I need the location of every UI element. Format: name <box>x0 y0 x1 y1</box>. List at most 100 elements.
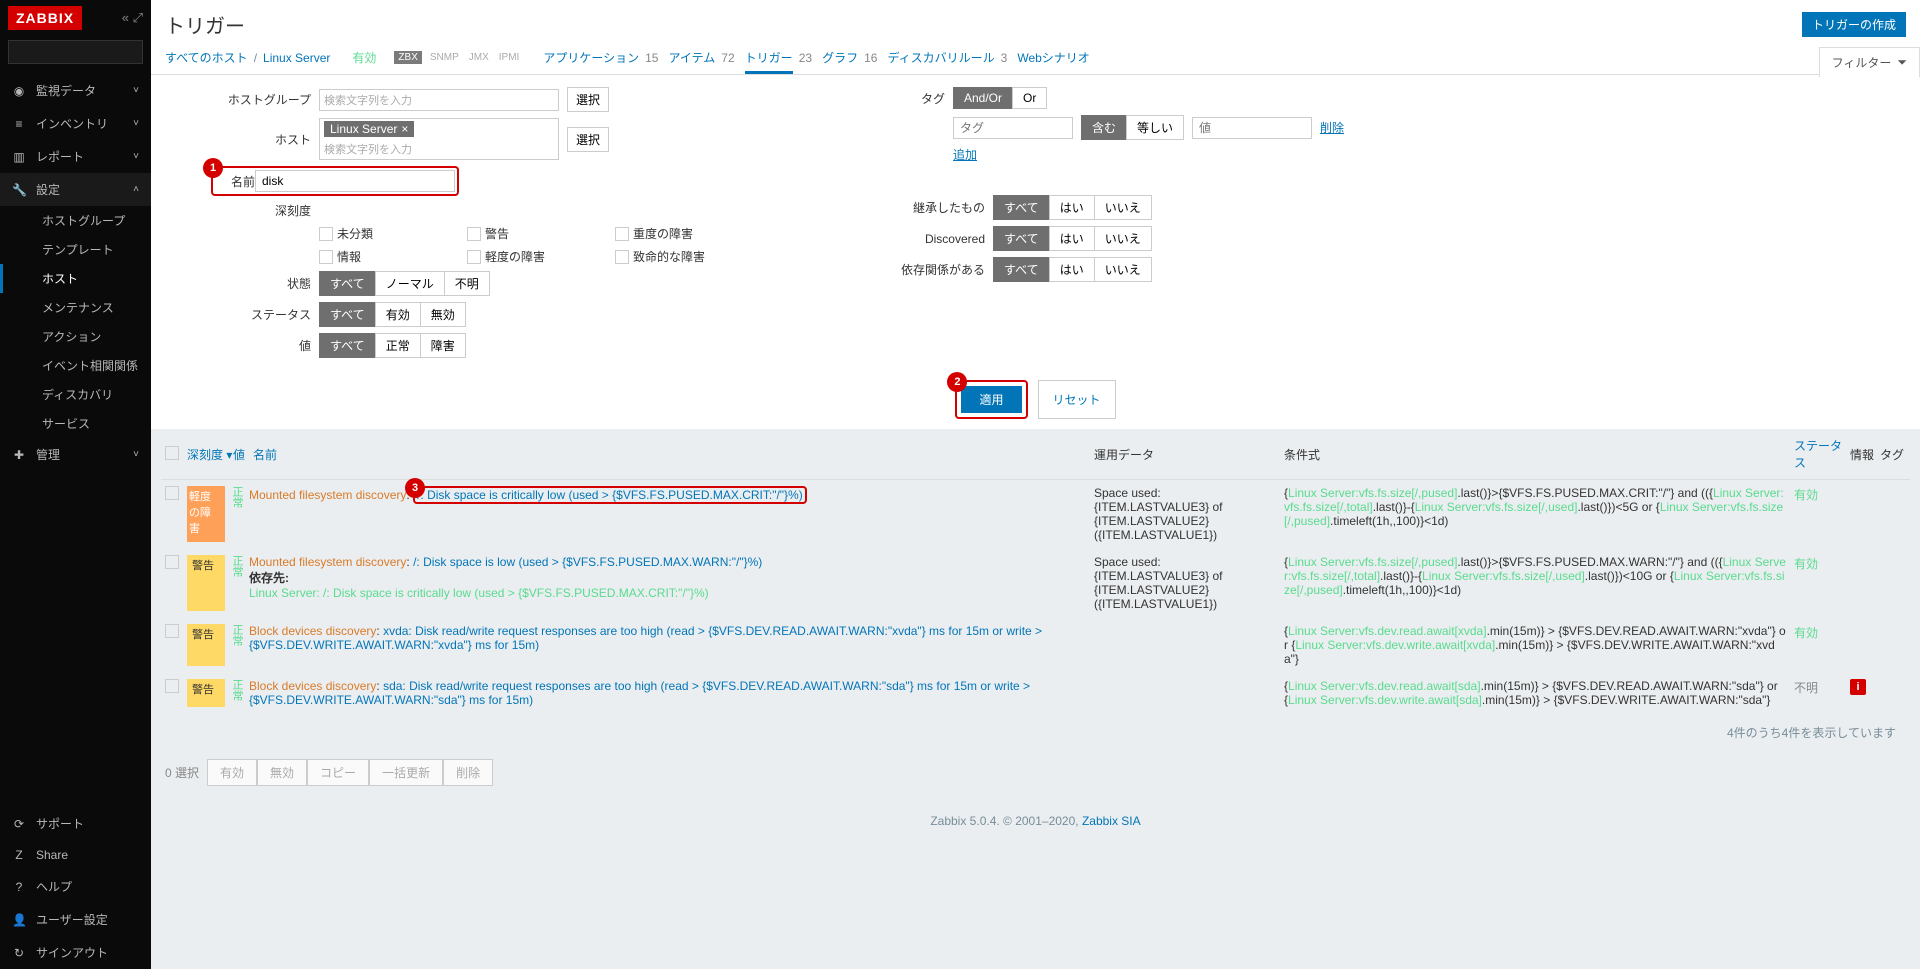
severity-check[interactable]: 未分類 <box>319 225 439 242</box>
statusseg-opt[interactable]: 無効 <box>420 302 466 327</box>
col-severity[interactable]: 深刻度 ▾ <box>187 446 233 463</box>
zabbix-link[interactable]: Zabbix SIA <box>1082 814 1141 828</box>
stateseg-opt[interactable]: すべて <box>319 271 376 296</box>
footer-item-1[interactable]: ZShare <box>0 840 151 870</box>
nav-item-2[interactable]: ▥レポート˅ <box>0 140 151 173</box>
dependsseg-opt[interactable]: はい <box>1049 257 1095 282</box>
nav-sub-ホスト[interactable]: ホスト <box>0 264 151 293</box>
create-trigger-button[interactable]: トリガーの作成 <box>1802 12 1906 37</box>
row-checkbox[interactable] <box>165 486 179 500</box>
statusseg-opt[interactable]: すべて <box>319 302 376 327</box>
status-link[interactable]: 有効 <box>1794 486 1850 503</box>
section-link-5[interactable]: Webシナリオ <box>1017 51 1089 71</box>
nav-item-4[interactable]: ✚管理˅ <box>0 438 151 471</box>
section-link-3[interactable]: グラフ <box>822 51 858 71</box>
expr-item-link[interactable]: Linux Server:vfs.fs.size[/,used] <box>1415 500 1578 514</box>
all-hosts-link[interactable]: すべてのホスト <box>165 49 248 66</box>
nav-sub-メンテナンス[interactable]: メンテナンス <box>30 293 151 322</box>
dependsseg-opt[interactable]: すべて <box>993 257 1050 282</box>
footer-item-2[interactable]: ?ヘルプ <box>0 870 151 903</box>
status-link[interactable]: 有効 <box>1794 624 1850 641</box>
discovery-link[interactable]: Block devices discovery <box>249 624 376 638</box>
valueseg-opt[interactable]: 正常 <box>375 333 421 358</box>
bulk-action-button[interactable]: コピー <box>307 759 369 786</box>
severity-check[interactable]: 警告 <box>467 225 587 242</box>
section-link-2[interactable]: トリガー <box>745 51 793 74</box>
tag-value-input[interactable] <box>1192 117 1312 139</box>
nav-sub-ホストグループ[interactable]: ホストグループ <box>30 206 151 235</box>
valueseg-opt[interactable]: 障害 <box>420 333 466 358</box>
host-picker-button[interactable]: 選択 <box>567 127 609 152</box>
trigger-name-link[interactable]: Disk space is critically low (used > {$V… <box>427 488 803 502</box>
footer-item-0[interactable]: ⟳サポート <box>0 807 151 840</box>
filter-tab[interactable]: フィルター ⏷ <box>1819 47 1920 77</box>
status-link[interactable]: 有効 <box>1794 555 1850 572</box>
expr-item-link[interactable]: Linux Server:vfs.fs.size[/,pused] <box>1288 486 1457 500</box>
nav-sub-サービス[interactable]: サービス <box>30 409 151 438</box>
expr-item-link[interactable]: Linux Server:vfs.dev.read.await[xvda] <box>1288 624 1487 638</box>
discoverseg-opt[interactable]: いいえ <box>1094 226 1152 251</box>
nav-sub-アクション[interactable]: アクション <box>30 322 151 351</box>
select-all-checkbox[interactable] <box>165 446 179 460</box>
remove-host-icon[interactable]: × <box>401 122 408 136</box>
dependsseg-opt[interactable]: いいえ <box>1094 257 1152 282</box>
host-link[interactable]: Linux Server <box>263 51 330 65</box>
apply-button[interactable]: 適用 <box>961 386 1021 413</box>
nav-item-3[interactable]: 🔧設定˄ <box>0 173 151 206</box>
hostgroup-select[interactable]: 検索文字列を入力 <box>319 89 559 111</box>
host-select[interactable]: Linux Server× 検索文字列を入力 <box>319 118 559 160</box>
tag-add-link[interactable]: 追加 <box>953 146 977 163</box>
valueseg-opt[interactable]: すべて <box>319 333 376 358</box>
col-name[interactable]: 名前 <box>253 446 1094 463</box>
footer-item-3[interactable]: 👤ユーザー設定 <box>0 903 151 936</box>
sidebar-collapse-controls[interactable]: « ⤢ <box>122 10 143 26</box>
name-filter-input[interactable] <box>255 170 455 192</box>
info-icon[interactable]: i <box>1850 679 1866 695</box>
nav-item-1[interactable]: ≡インベントリ˅ <box>0 107 151 140</box>
nav-sub-ディスカバリ[interactable]: ディスカバリ <box>30 380 151 409</box>
severity-check[interactable]: 情報 <box>319 248 439 265</box>
col-value[interactable]: 値 <box>233 446 253 463</box>
inheritseg-opt[interactable]: すべて <box>993 195 1050 220</box>
status-link[interactable]: 不明 <box>1794 679 1850 696</box>
bulk-action-button[interactable]: 無効 <box>257 759 307 786</box>
nav-item-0[interactable]: ◉監視データ˅ <box>0 74 151 107</box>
section-link-0[interactable]: アプリケーション <box>543 51 639 71</box>
section-link-1[interactable]: アイテム <box>668 51 715 71</box>
trigger-name-link[interactable]: /: Disk space is low (used > {$VFS.FS.PU… <box>413 555 762 569</box>
inheritseg-opt[interactable]: はい <box>1049 195 1095 220</box>
expr-item-link[interactable]: Linux Server:vfs.dev.write.await[xvda] <box>1295 638 1495 652</box>
expr-item-link[interactable]: Linux Server:vfs.dev.read.await[sda] <box>1288 679 1481 693</box>
bulk-action-button[interactable]: 有効 <box>207 759 257 786</box>
tag-remove-link[interactable]: 削除 <box>1320 119 1344 136</box>
expr-item-link[interactable]: Linux Server:vfs.fs.size[/,used] <box>1422 569 1585 583</box>
expr-item-link[interactable]: Linux Server:vfs.fs.size[/,pused] <box>1288 555 1457 569</box>
stateseg-opt[interactable]: ノーマル <box>375 271 445 296</box>
nav-sub-テンプレート[interactable]: テンプレート <box>30 235 151 264</box>
footer-item-4[interactable]: ↻サインアウト <box>0 936 151 969</box>
reset-button[interactable]: リセット <box>1038 380 1116 419</box>
statusseg-opt[interactable]: 有効 <box>375 302 421 327</box>
row-checkbox[interactable] <box>165 679 179 693</box>
nav-sub-イベント相関関係[interactable]: イベント相関関係 <box>30 351 151 380</box>
discovery-link[interactable]: Block devices discovery <box>249 679 376 693</box>
severity-check[interactable]: 重度の障害 <box>615 225 735 242</box>
section-link-4[interactable]: ディスカバリルール <box>887 51 994 71</box>
depends-link[interactable]: Linux Server: /: Disk space is criticall… <box>249 586 709 600</box>
hostgroup-picker-button[interactable]: 選択 <box>567 87 609 112</box>
bulk-action-button[interactable]: 一括更新 <box>369 759 443 786</box>
discoverseg-opt[interactable]: すべて <box>993 226 1050 251</box>
discoverseg-opt[interactable]: はい <box>1049 226 1095 251</box>
discovery-link[interactable]: Mounted filesystem discovery <box>249 488 406 502</box>
discovery-link[interactable]: Mounted filesystem discovery <box>249 555 406 569</box>
col-status[interactable]: ステータス <box>1794 437 1850 471</box>
bulk-action-button[interactable]: 削除 <box>443 759 493 786</box>
row-checkbox[interactable] <box>165 555 179 569</box>
tag-key-input[interactable] <box>953 117 1073 139</box>
expr-item-link[interactable]: Linux Server:vfs.dev.write.await[sda] <box>1288 693 1482 707</box>
severity-check[interactable]: 軽度の障害 <box>467 248 587 265</box>
search-input[interactable] <box>9 41 172 63</box>
severity-check[interactable]: 致命的な障害 <box>615 248 735 265</box>
row-checkbox[interactable] <box>165 624 179 638</box>
inheritseg-opt[interactable]: いいえ <box>1094 195 1152 220</box>
